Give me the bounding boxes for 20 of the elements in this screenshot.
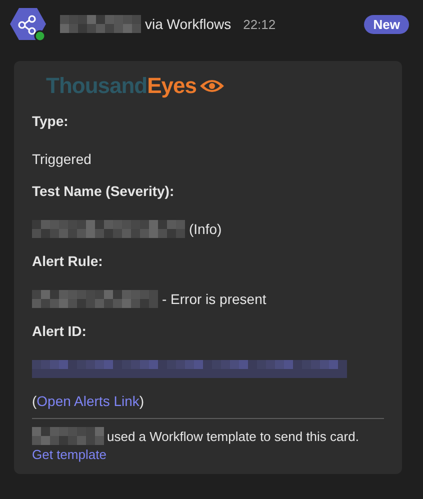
field-label: Type: bbox=[32, 113, 70, 131]
field-value: Triggered bbox=[32, 150, 92, 166]
logo-text: Thousand bbox=[46, 73, 148, 99]
paren-text: ) bbox=[139, 393, 144, 409]
sender-name: via Workflows bbox=[145, 16, 232, 32]
field-value: - Error is present bbox=[162, 290, 266, 306]
new-badge: New bbox=[364, 14, 409, 34]
redacted-text bbox=[32, 427, 104, 445]
field-label: Test Name (Severity): bbox=[32, 183, 176, 201]
field-value: (Info) bbox=[189, 220, 222, 236]
field-label: Alert Rule: bbox=[32, 253, 104, 271]
get-template-link[interactable]: Get template bbox=[32, 447, 106, 462]
logo-text: Eyes bbox=[147, 73, 196, 99]
open-alerts-link[interactable]: Open Alerts Link bbox=[36, 393, 140, 409]
footer-text: used a Workflow template to send this card. bbox=[107, 428, 359, 444]
eye-icon bbox=[198, 77, 226, 95]
paren-text: ( bbox=[32, 393, 37, 409]
field-label: Alert ID: bbox=[32, 323, 88, 341]
app-avatar-icon bbox=[10, 6, 46, 42]
message-time: 22:12 bbox=[243, 16, 276, 32]
